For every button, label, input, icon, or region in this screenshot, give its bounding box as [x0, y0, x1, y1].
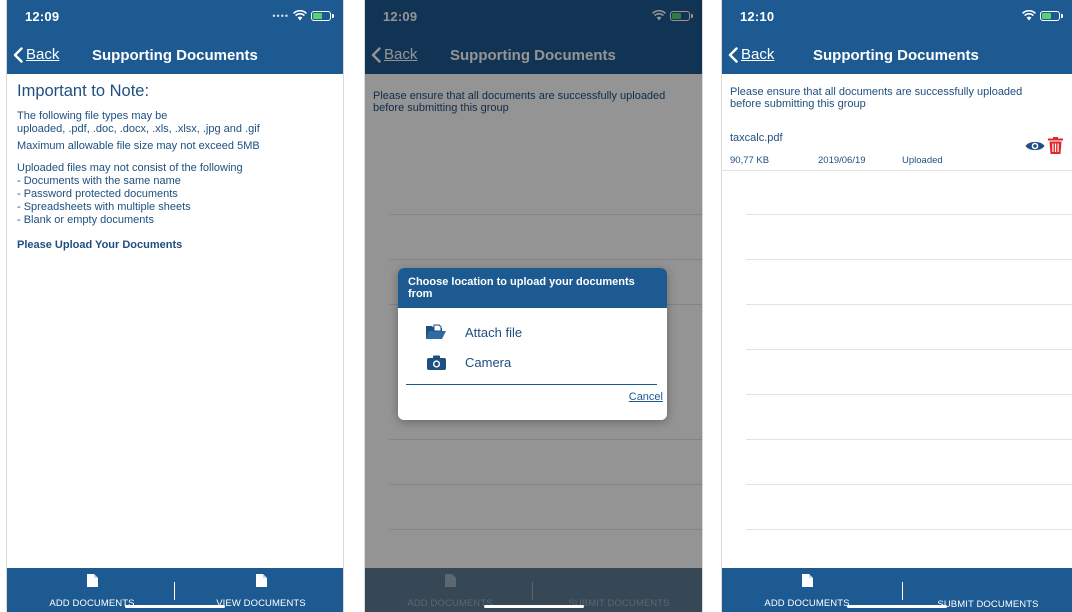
camera-icon	[425, 355, 447, 370]
attach-file-option[interactable]: Attach file	[398, 319, 667, 345]
file-name: taxcalc.pdf	[730, 132, 783, 144]
chevron-left-icon	[13, 46, 23, 63]
submit-documents-button[interactable]: SUBMIT DOCUMENTS	[918, 594, 1058, 612]
battery-icon	[311, 10, 334, 21]
back-label: Back	[741, 46, 775, 63]
status-icons	[1022, 10, 1063, 21]
document-icon	[86, 574, 98, 587]
home-indicator	[847, 605, 947, 608]
submit-documents-label: SUBMIT DOCUMENTS	[937, 599, 1039, 610]
upload-location-dialog: Choose location to upload your documents…	[398, 268, 667, 420]
toolbar-divider	[174, 582, 175, 600]
file-date: 2019/06/19	[818, 155, 866, 166]
status-bar: 12:09 ••••	[7, 0, 343, 38]
cancel-button[interactable]: Cancel	[629, 391, 663, 403]
page-title: Supporting Documents	[813, 47, 979, 64]
screen-document-list: 12:10 Back Supporting Documents Please e…	[722, 0, 1072, 612]
file-size: 90,77 KB	[730, 155, 770, 166]
back-label: Back	[26, 46, 60, 63]
view-documents-label: VIEW DOCUMENTS	[216, 598, 306, 609]
back-button[interactable]: Back	[13, 46, 59, 63]
screen-upload-dialog: 12:09 Back Supporting Documents Please e…	[365, 0, 702, 612]
restrictions-text: Uploaded files may not consist of the fo…	[17, 162, 243, 226]
dialog-divider	[406, 384, 657, 385]
nav-bar: Back Supporting Documents	[722, 38, 1072, 74]
chevron-left-icon	[728, 46, 738, 63]
back-button[interactable]: Back	[728, 46, 774, 63]
screen-important-note: 12:09 •••• Back Supporting Documents Imp…	[7, 0, 343, 612]
nav-bar: Back Supporting Documents	[7, 38, 343, 74]
folder-icon	[425, 324, 447, 340]
modal-overlay-top	[365, 0, 702, 74]
eye-icon[interactable]	[1025, 140, 1045, 152]
camera-label: Camera	[465, 354, 512, 370]
camera-option[interactable]: Camera	[398, 349, 667, 375]
document-icon	[801, 574, 813, 587]
file-types-text: The following file types may be uploaded…	[17, 110, 260, 135]
signal-icon: ••••	[272, 10, 289, 21]
dialog-title: Choose location to upload your documents…	[398, 268, 667, 308]
document-icon	[255, 574, 267, 587]
status-time: 12:10	[740, 9, 775, 24]
note-heading: Important to Note:	[17, 82, 150, 100]
bottom-toolbar: ADD DOCUMENTS SUBMIT DOCUMENTS	[722, 568, 1072, 612]
attach-file-label: Attach file	[465, 324, 523, 340]
wifi-icon	[293, 10, 307, 21]
page-title: Supporting Documents	[92, 47, 258, 64]
file-status: Uploaded	[902, 155, 943, 166]
info-text: Please ensure that all documents are suc…	[730, 86, 1023, 110]
wifi-icon	[1022, 10, 1036, 21]
trash-icon[interactable]	[1048, 137, 1063, 154]
content-area: Important to Note: The following file ty…	[7, 74, 343, 568]
status-bar: 12:10	[722, 0, 1072, 38]
upload-call-to-action: Please Upload Your Documents	[17, 239, 183, 251]
file-row[interactable]: taxcalc.pdf 90,77 KB 2019/06/19 Uploaded	[722, 130, 1072, 170]
status-icons: ••••	[272, 10, 334, 21]
content-area: Please ensure that all documents are suc…	[722, 74, 1072, 568]
bottom-toolbar: ADD DOCUMENTS VIEW DOCUMENTS	[7, 568, 343, 612]
home-indicator	[125, 605, 225, 608]
add-documents-label: ADD DOCUMENTS	[49, 598, 135, 609]
home-indicator	[483, 605, 584, 608]
status-time: 12:09	[25, 9, 60, 24]
toolbar-divider	[902, 582, 903, 600]
add-documents-label: ADD DOCUMENTS	[764, 598, 850, 609]
battery-icon	[1040, 10, 1063, 21]
max-size-text: Maximum allowable file size may not exce…	[17, 140, 260, 152]
